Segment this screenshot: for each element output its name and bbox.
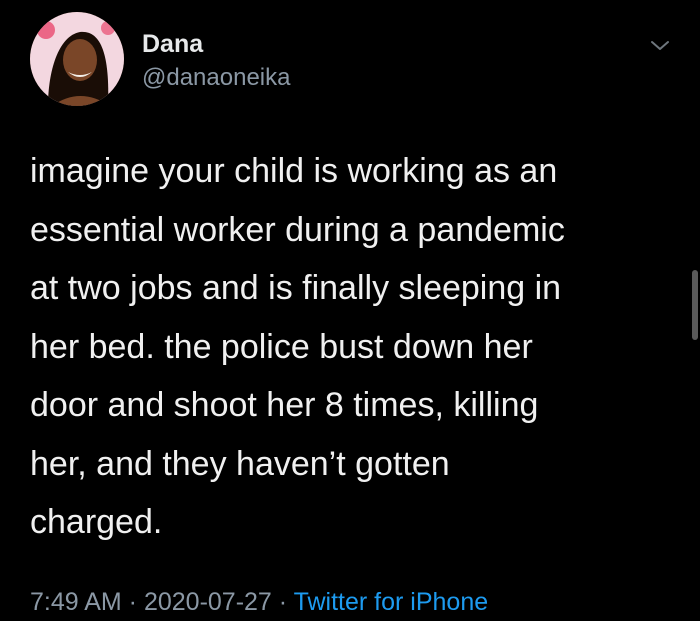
chevron-down-icon[interactable]	[648, 34, 672, 58]
tweet: Dana @danaoneika imagine your child is w…	[0, 0, 700, 621]
meta-separator: ·	[121, 588, 144, 616]
tweet-source-link[interactable]: Twitter for iPhone	[294, 588, 489, 616]
tweet-time[interactable]: 7:49 AM	[30, 588, 122, 616]
tweet-metadata: 7:49 AM · 2020-07-27 · Twitter for iPhon…	[30, 587, 488, 617]
display-name[interactable]: Dana	[142, 29, 203, 59]
avatar-image	[30, 12, 124, 106]
tweet-date[interactable]: 2020-07-27	[144, 588, 272, 616]
meta-separator: ·	[271, 588, 294, 616]
avatar[interactable]	[30, 12, 124, 106]
scrollbar[interactable]	[692, 270, 698, 340]
tweet-text: imagine your child is working as an esse…	[30, 152, 565, 541]
username-handle[interactable]: @danaoneika	[142, 64, 290, 92]
